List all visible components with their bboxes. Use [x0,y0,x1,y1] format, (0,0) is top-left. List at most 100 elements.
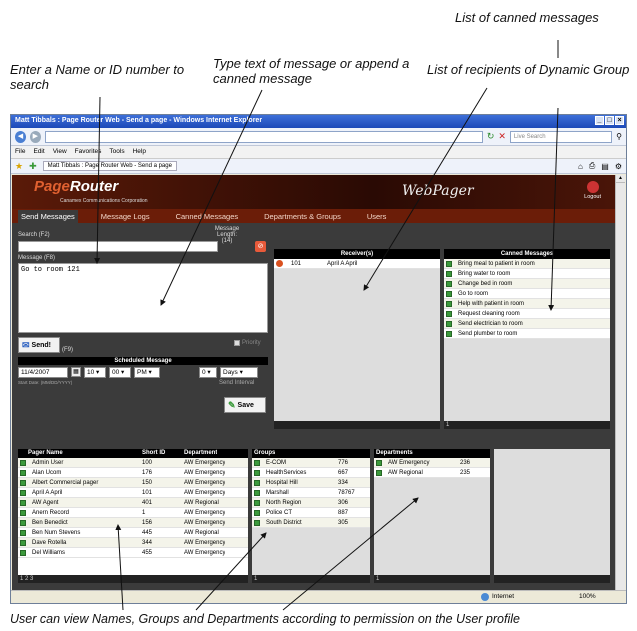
url-input[interactable] [44,130,483,143]
tab-canned-messages[interactable]: Canned Messages [173,210,242,223]
close-icon[interactable]: × [615,116,624,125]
tab-departments-groups[interactable]: Departments & Groups [261,210,344,223]
add-icon[interactable] [446,260,452,267]
canned-message-item[interactable]: Bring meal to patient in room [444,259,610,269]
canned-message-item[interactable]: Request cleaning room [444,309,610,319]
logout-button[interactable]: Logout [584,181,601,200]
back-icon[interactable]: ◀ [15,130,26,143]
add-icon[interactable] [254,459,260,466]
department-row[interactable]: AW Regional 235 [374,468,490,478]
add-icon[interactable] [20,549,26,556]
pager-row[interactable]: Del Williams 455 AW Emergency [18,548,248,558]
add-icon[interactable] [20,469,26,476]
tab-message-logs[interactable]: Message Logs [98,210,153,223]
priority-checkbox[interactable] [234,340,240,346]
canned-message-item[interactable]: Send electrician to room [444,319,610,329]
tab-users[interactable]: Users [364,210,390,223]
tab-send-messages[interactable]: Send Messages [18,210,78,223]
canned-message-item[interactable]: Go to room [444,289,610,299]
search-input[interactable]: Live Search [509,130,613,143]
add-icon[interactable] [20,459,26,466]
send-button[interactable]: ✉ Send! [18,337,60,353]
add-icon[interactable] [446,320,452,327]
department-row[interactable]: AW Emergency 236 [374,458,490,468]
stop-icon[interactable]: ✕ [498,131,506,142]
menu-tools[interactable]: Tools [109,148,124,156]
add-icon[interactable] [446,290,452,297]
group-row[interactable]: Hospital Hill 334 [252,478,370,488]
group-row[interactable]: North Region 306 [252,498,370,508]
print-icon[interactable]: ⎙ [589,161,595,171]
message-textarea[interactable]: Go to room 121 [18,263,268,333]
minute-select[interactable]: 00 ▾ [109,367,131,378]
add-icon[interactable] [20,529,26,536]
browser-tab[interactable]: Matt Tibbals : Page Router Web - Send a … [42,161,177,171]
add-icon[interactable] [20,509,26,516]
pager-row[interactable]: AW Agent 401 AW Regional [18,498,248,508]
add-icon[interactable] [254,509,260,516]
minimize-icon[interactable]: _ [595,116,604,125]
save-button[interactable]: ✎ Save [224,397,266,413]
pager-row[interactable]: Admin User 100 AW Emergency [18,458,248,468]
scroll-up-icon[interactable]: ▲ [616,175,625,183]
group-row[interactable]: Police CT 887 [252,508,370,518]
add-icon[interactable] [254,489,260,496]
receiver-row[interactable]: 101 April A April [274,259,440,269]
maximize-icon[interactable]: □ [605,116,614,125]
add-icon[interactable] [20,539,26,546]
search-icon[interactable]: ⚲ [616,132,622,141]
add-icon[interactable] [20,499,26,506]
calendar-icon[interactable]: ▦ [71,367,81,377]
group-row[interactable]: Marshall 78767 [252,488,370,498]
add-icon[interactable] [254,479,260,486]
add-icon[interactable] [254,469,260,476]
add-icon[interactable] [20,519,26,526]
add-icon[interactable] [254,499,260,506]
pager-row[interactable]: April A April 101 AW Emergency [18,488,248,498]
menu-favorites[interactable]: Favorites [75,148,102,156]
group-row[interactable]: HealthServices 667 [252,468,370,478]
pager-row[interactable]: Albert Commercial pager 150 AW Emergency [18,478,248,488]
tools-icon[interactable]: ⚙ [615,162,622,171]
add-icon[interactable] [446,300,452,307]
menu-file[interactable]: File [15,148,25,156]
menu-edit[interactable]: Edit [33,148,44,156]
pager-row[interactable]: Alan Ucom 176 AW Emergency [18,468,248,478]
add-icon[interactable] [20,479,26,486]
remove-receiver-icon[interactable] [276,260,283,267]
zoom-level[interactable]: 100% [579,593,596,600]
page-scrollbar[interactable]: ▲ [615,175,625,591]
date-input[interactable]: 11/4/2007 [18,367,68,378]
pager-row[interactable]: Anern Record 1 AW Emergency [18,508,248,518]
group-row[interactable]: South District 305 [252,518,370,528]
group-row[interactable]: E-COM 776 [252,458,370,468]
canned-message-item[interactable]: Bring water to room [444,269,610,279]
forward-icon[interactable]: ▶ [29,130,41,143]
canned-message-item[interactable]: Send plumber to room [444,329,610,339]
add-icon[interactable] [446,310,452,317]
add-icon[interactable] [376,469,382,476]
add-icon[interactable] [254,519,260,526]
add-icon[interactable] [446,280,452,287]
menu-help[interactable]: Help [133,148,146,156]
ampm-select[interactable]: PM ▾ [134,367,160,378]
clear-search-icon[interactable]: ⊘ [255,241,266,252]
add-icon[interactable] [20,489,26,496]
search-field[interactable] [18,241,218,252]
add-icon[interactable] [446,270,452,277]
menu-view[interactable]: View [53,148,67,156]
page-icon[interactable]: ▤ [601,162,609,171]
home-icon[interactable]: ⌂ [578,162,583,171]
canned-message-item[interactable]: Change bed in room [444,279,610,289]
pager-row[interactable]: Ben Benedict 156 AW Emergency [18,518,248,528]
canned-message-item[interactable]: Help with patient in room [444,299,610,309]
pager-row[interactable]: Ben Num Stevens 445 AW Regional [18,528,248,538]
pager-row[interactable]: Dave Rotella 344 AW Emergency [18,538,248,548]
add-favorite-icon[interactable]: ✚ [29,161,37,172]
interval-unit-select[interactable]: Days ▾ [220,367,258,378]
pagers-pagination[interactable]: 1 2 3 [18,575,248,583]
favorites-star-icon[interactable]: ★ [15,161,23,172]
interval-value-select[interactable]: 0 ▾ [199,367,217,378]
add-icon[interactable] [376,459,382,466]
hour-select[interactable]: 10 ▾ [84,367,106,378]
